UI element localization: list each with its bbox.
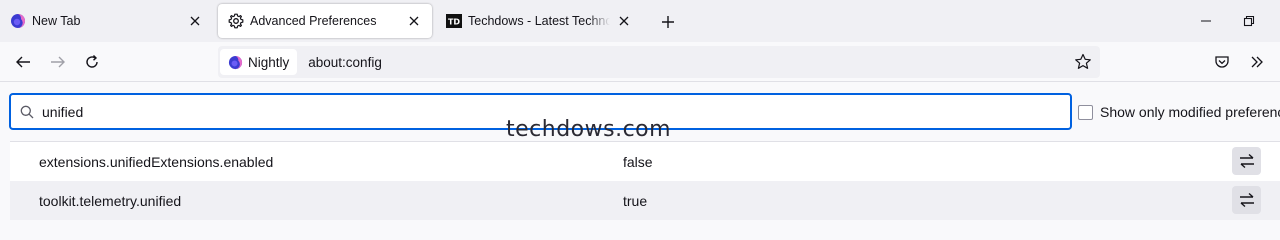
close-tab-icon[interactable]	[406, 13, 422, 29]
watermark: techdows.com	[506, 117, 672, 142]
svg-text:TD: TD	[448, 18, 460, 27]
minimize-icon[interactable]	[1197, 12, 1215, 30]
close-tab-icon[interactable]	[616, 13, 632, 29]
gear-icon	[228, 13, 244, 29]
forward-arrow-icon[interactable]	[48, 52, 68, 72]
nightly-logo-icon	[11, 14, 25, 29]
back-arrow-icon[interactable]	[13, 52, 33, 72]
url-text[interactable]: about:config	[308, 55, 382, 70]
tab-advanced-preferences[interactable]: Advanced Preferences	[218, 4, 432, 38]
search-icon	[20, 105, 34, 118]
tab-strip: New Tab Advanced Preferences TD Techdows…	[0, 0, 1280, 42]
toggle-arrows-icon	[1239, 192, 1254, 208]
show-modified-checkbox[interactable]	[1078, 104, 1093, 120]
show-modified-toggle[interactable]: Show only modified preferences	[1078, 104, 1280, 120]
pocket-icon[interactable]	[1212, 52, 1232, 72]
new-tab-plus-icon[interactable]	[657, 11, 679, 33]
close-tab-icon[interactable]	[187, 13, 203, 29]
toggle-value-button[interactable]	[1232, 147, 1261, 175]
tab-label: New Tab	[32, 14, 81, 28]
url-bar[interactable]: Nightly about:config	[218, 46, 1100, 78]
reload-icon[interactable]	[82, 52, 102, 72]
tab-techdows[interactable]: TD Techdows - Latest Technology N	[436, 4, 642, 38]
toggle-arrows-icon	[1239, 153, 1254, 169]
search-input[interactable]	[42, 103, 942, 120]
tab-new-tab[interactable]: New Tab	[0, 4, 213, 38]
table-row[interactable]: toolkit.telemetry.unified true	[10, 181, 1280, 220]
overflow-chevron-icon[interactable]	[1247, 52, 1267, 72]
identity-label: Nightly	[248, 54, 290, 70]
nightly-logo-icon	[228, 55, 243, 69]
bookmark-star-icon[interactable]	[1074, 53, 1092, 71]
preferences-table: extensions.unifiedExtensions.enabled fal…	[10, 141, 1280, 220]
show-modified-label: Show only modified preferences	[1100, 104, 1280, 120]
pref-value: true	[623, 192, 648, 209]
pref-value: false	[623, 153, 653, 170]
restore-icon[interactable]	[1240, 12, 1258, 30]
about-config-page: Show only modified preferences techdows.…	[0, 83, 1280, 220]
identity-box[interactable]: Nightly	[220, 49, 298, 75]
pref-name: extensions.unifiedExtensions.enabled	[39, 153, 274, 170]
toggle-value-button[interactable]	[1232, 186, 1261, 214]
tab-label: Advanced Preferences	[250, 14, 377, 28]
techdows-logo-icon: TD	[446, 14, 462, 28]
nav-bar: Nightly about:config	[0, 42, 1280, 82]
table-row[interactable]: extensions.unifiedExtensions.enabled fal…	[10, 142, 1280, 181]
pref-name: toolkit.telemetry.unified	[39, 192, 182, 209]
tab-label: Techdows - Latest Technology N	[468, 14, 610, 28]
